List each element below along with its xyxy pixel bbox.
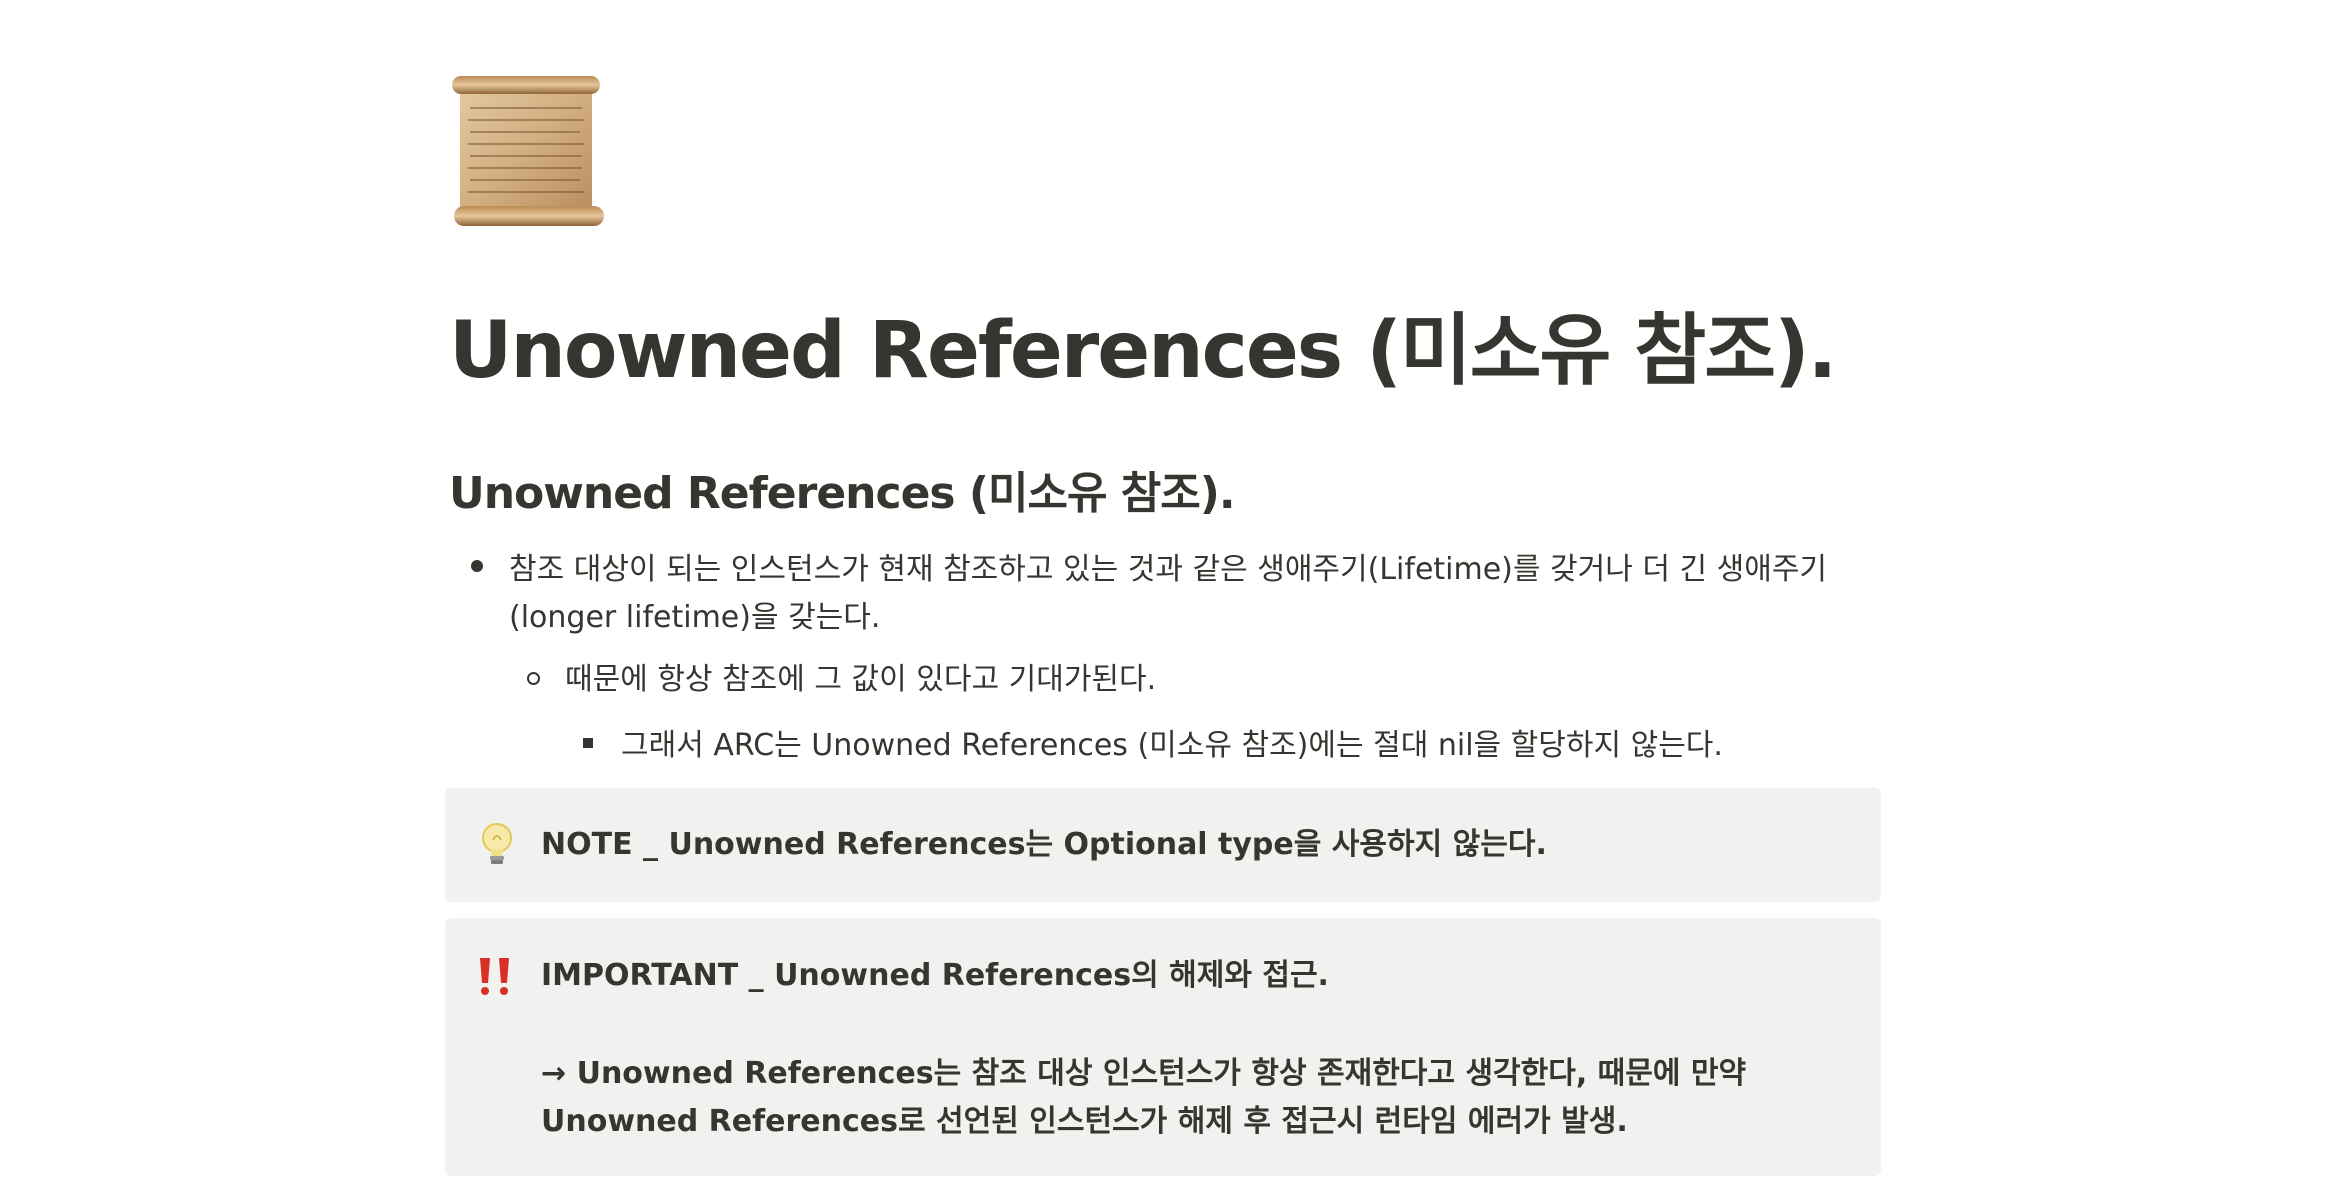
bullet-disc-icon xyxy=(471,560,483,572)
list-item-level-3[interactable]: 그래서 ARC는 Unowned References (미소유 참조)에는 절… xyxy=(621,722,1861,770)
double-exclamation-icon[interactable] xyxy=(475,956,515,996)
section-heading[interactable]: Unowned References (미소유 참조). xyxy=(449,462,1236,526)
list-item-level-2[interactable]: 때문에 항상 참조에 그 값이 있다고 기대가된다. xyxy=(565,656,1845,704)
callout-important-line-2[interactable]: → Unowned References는 참조 대상 인스턴스가 항상 존재한… xyxy=(541,1050,1746,1098)
page-title[interactable]: Unowned References (미소유 참조). xyxy=(449,296,1837,406)
light-bulb-icon[interactable] xyxy=(479,822,515,868)
callout-important[interactable]: IMPORTANT _ Unowned References의 해제와 접근. … xyxy=(445,918,1881,1176)
callout-important-line-3[interactable]: Unowned References로 선언된 인스턴스가 해제 후 접근시 런… xyxy=(541,1098,1628,1146)
bullet-square-icon xyxy=(583,738,593,748)
scroll-icon[interactable] xyxy=(450,72,604,230)
notion-page: Unowned References (미소유 참조). Unowned Ref… xyxy=(0,0,2338,1194)
callout-note[interactable]: NOTE _ Unowned References는 Optional type… xyxy=(445,788,1881,902)
callout-note-text[interactable]: NOTE _ Unowned References는 Optional type… xyxy=(541,821,1547,869)
callout-important-title[interactable]: IMPORTANT _ Unowned References의 해제와 접근. xyxy=(541,952,1329,1000)
bullet-circle-icon xyxy=(527,672,540,685)
list-item-level-1[interactable]: 참조 대상이 되는 인스턴스가 현재 참조하고 있는 것과 같은 생애주기(Li… xyxy=(509,546,1849,642)
